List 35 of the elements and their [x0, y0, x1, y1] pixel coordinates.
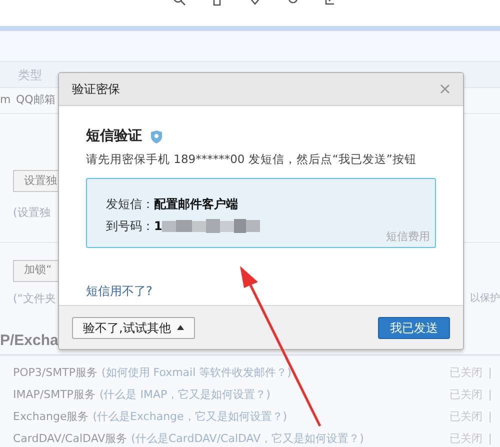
separator: |: [488, 432, 492, 446]
service-status: 已关闭: [449, 432, 482, 446]
fee-link[interactable]: 短信费用: [386, 228, 430, 246]
section-heading: P/Excha: [0, 332, 58, 348]
sms-value: 配置邮件客户端: [154, 196, 238, 214]
instruction-text: 请先用密保手机 189******00 发短信，然后点“我已发送”按钮: [86, 151, 418, 168]
help-link[interactable]: (什么是CardDAV/CalDAV，它又是如何设置？): [131, 432, 364, 446]
service-name: CardDAV/CalDAV服务: [13, 432, 128, 446]
help-link[interactable]: (什么是 IMAP，它又是如何设置？): [99, 388, 270, 402]
alternative-button[interactable]: 验不了,试试其他: [72, 316, 195, 338]
separator: |: [488, 410, 492, 424]
service-name: IMAP/SMTP服务: [13, 388, 96, 402]
help-link[interactable]: 短信用不了?: [86, 284, 152, 298]
help-link[interactable]: (如何使用 Foxmail 等软件收发邮件？): [101, 366, 292, 380]
confirm-button[interactable]: 我已发送: [378, 316, 450, 338]
setting-note: 以保护: [470, 292, 500, 306]
setting-note: (设置独: [13, 206, 50, 220]
service-name: Exchange服务: [13, 410, 89, 424]
separator: |: [488, 366, 492, 380]
separator: |: [488, 388, 492, 402]
table-cell-text: QQ邮箱: [16, 92, 56, 108]
column-header: 类型: [18, 66, 42, 84]
table-cell-text: m: [0, 92, 12, 108]
service-status: 已关闭: [449, 388, 482, 402]
sms-label: 发短信：: [106, 196, 154, 214]
service-name: POP3/SMTP服务: [13, 366, 98, 380]
service-status: 已关闭: [449, 366, 482, 380]
service-status: 已关闭: [449, 410, 482, 424]
sms-value: 1: [154, 218, 162, 236]
dialog-title: 验证密保: [72, 81, 120, 98]
help-link[interactable]: (什么是Exchange，它又是如何设置？): [92, 410, 288, 424]
section-title: 短信验证: [86, 127, 142, 146]
setting-note: (“文件夹: [13, 292, 56, 306]
caret-icon: [176, 325, 184, 330]
sms-label: 到号码：: [106, 218, 154, 236]
